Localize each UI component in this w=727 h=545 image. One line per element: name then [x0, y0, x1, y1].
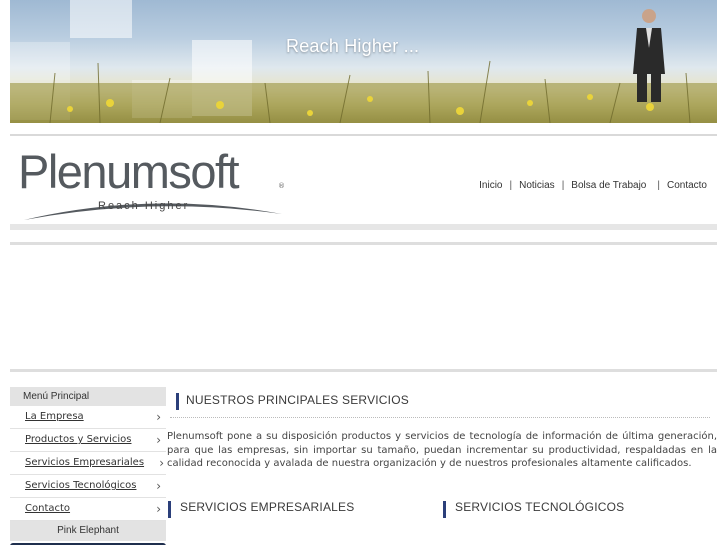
nav-link-inicio[interactable]: Inicio: [479, 180, 502, 191]
sidebar-item-productos-y-servicios[interactable]: Productos y Servicios ›: [10, 429, 166, 452]
sidebar-heading: Menú Principal: [10, 387, 166, 406]
chevron-right-icon: ›: [156, 433, 161, 447]
sidebar-item-label: La Empresa: [25, 411, 84, 422]
nav-separator: |: [509, 180, 513, 191]
sidebar-item-label: Contacto: [25, 503, 71, 514]
sidebar-item-servicios-empresariales[interactable]: Servicios Empresariales ›: [10, 452, 166, 475]
divider: [170, 417, 710, 418]
sidebar-item-label: Servicios Tecnológicos: [25, 480, 137, 491]
hero-banner: Reach Higher ...: [10, 0, 717, 123]
top-navigation: Inicio | Noticias | Bolsa de Trabajo | C…: [479, 180, 707, 191]
section-title: NUESTROS PRINCIPALES SERVICIOS: [172, 393, 409, 411]
sidebar-item-la-empresa[interactable]: La Empresa ›: [10, 406, 166, 429]
grass-field-image: [10, 60, 717, 123]
chevron-right-icon: ›: [156, 502, 161, 516]
registered-mark: ®: [278, 182, 285, 190]
sidebar-item-label: Servicios Empresariales: [25, 457, 145, 468]
sidebar-menu: Menú Principal La Empresa › Productos y …: [10, 387, 166, 545]
logo[interactable]: Plenumsoft ® Reach Higher: [18, 144, 288, 222]
flash-area: [10, 242, 717, 372]
site-header: Plenumsoft ® Reach Higher Inicio | Notic…: [10, 134, 717, 230]
nav-link-bolsa-de-trabajo[interactable]: Bolsa de Trabajo: [571, 180, 646, 191]
sidebar-item-label: Productos y Servicios: [25, 434, 132, 445]
chevron-right-icon: ›: [159, 456, 164, 470]
logo-wordmark: Plenumsoft: [18, 145, 240, 198]
logo-tagline: Reach Higher: [98, 200, 190, 212]
heading-servicios-empresariales: SERVICIOS EMPRESARIALES: [166, 500, 354, 518]
sidebar-item-contacto[interactable]: Contacto ›: [10, 498, 166, 521]
businessman-image: [633, 9, 665, 102]
heading-servicios-tecnologicos: SERVICIOS TECNOLÓGICOS: [441, 500, 624, 518]
nav-separator: |: [561, 180, 565, 191]
sidebar-item-servicios-tecnologicos[interactable]: Servicios Tecnológicos ›: [10, 475, 166, 498]
nav-link-noticias[interactable]: Noticias: [519, 180, 555, 191]
chevron-right-icon: ›: [156, 410, 161, 424]
nav-separator: |: [657, 180, 660, 191]
banner-tagline: Reach Higher ...: [286, 36, 420, 56]
sidebar-footer-heading: Pink Elephant: [10, 521, 166, 541]
nav-link-contacto[interactable]: Contacto: [667, 180, 707, 191]
intro-paragraph: Plenumsoft pone a su disposición product…: [167, 431, 717, 469]
chevron-right-icon: ›: [156, 479, 161, 493]
